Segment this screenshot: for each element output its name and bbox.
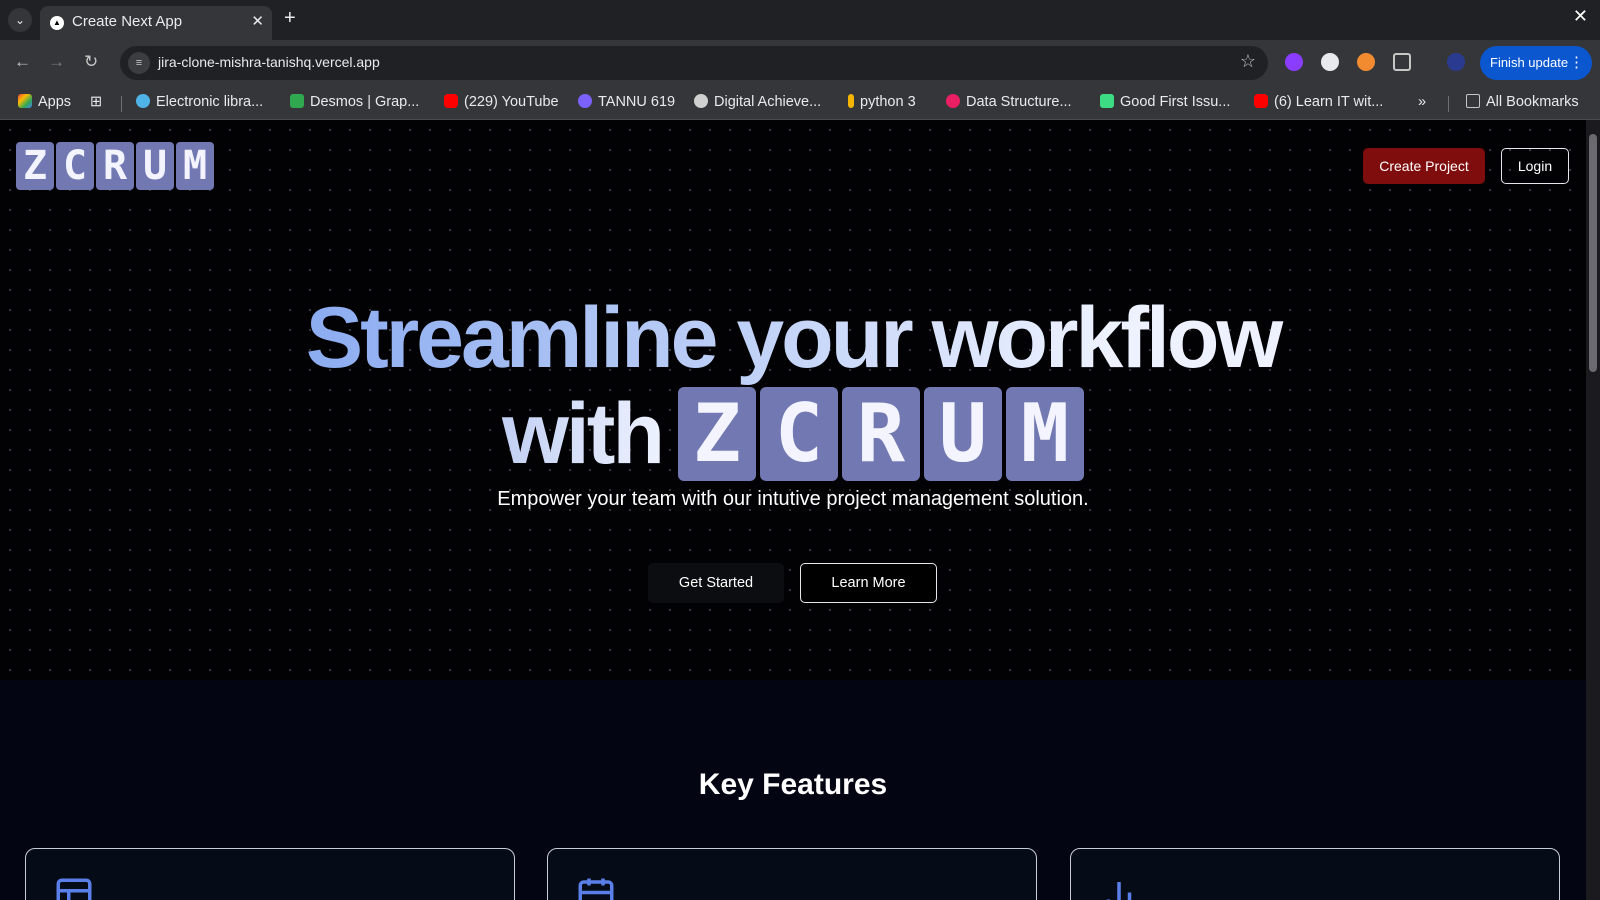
- scrollbar-thumb[interactable]: [1589, 134, 1597, 372]
- hero-zcrum-logo: Z C R U M: [677, 387, 1084, 481]
- bookmark-label: Desmos | Grap...: [310, 94, 420, 110]
- back-icon[interactable]: ←: [14, 52, 31, 72]
- bookmark-label: python 3: [860, 94, 916, 110]
- calendar-icon: [578, 878, 614, 900]
- apps-grid-icon: [18, 94, 32, 108]
- bookmark-favicon-icon: [946, 94, 960, 108]
- bookmark-label: (6) Learn IT wit...: [1274, 94, 1384, 110]
- bookmark-item[interactable]: (229) YouTube: [444, 94, 559, 110]
- extensions-puzzle-icon[interactable]: [1393, 53, 1411, 71]
- bookmark-favicon-icon: [1100, 94, 1114, 108]
- reload-icon[interactable]: ↻: [84, 52, 98, 72]
- hero-title-line1: Streamline your workflow: [0, 288, 1586, 388]
- bookmark-label: Data Structure...: [966, 94, 1072, 110]
- bookmark-apps[interactable]: Apps: [18, 94, 71, 110]
- nextjs-favicon-icon: ▲: [50, 16, 64, 30]
- hero-logo-letter: Z: [677, 387, 756, 481]
- forward-icon[interactable]: →: [48, 52, 65, 72]
- site-info-icon[interactable]: ≡: [128, 52, 150, 74]
- feature-card: [25, 848, 515, 900]
- bookmark-item[interactable]: Digital Achieve...: [694, 94, 821, 110]
- bookmark-label: Good First Issu...: [1120, 94, 1231, 110]
- bookmark-item[interactable]: python 3: [848, 94, 916, 110]
- bookmark-separator: [1448, 96, 1449, 112]
- bookmark-label: TANNU 619: [598, 94, 676, 110]
- hero-logo-letter: C: [759, 387, 838, 481]
- extension-icon[interactable]: [1285, 53, 1303, 71]
- login-button[interactable]: Login: [1501, 148, 1569, 184]
- browser-tab[interactable]: ▲ Create Next App ✕: [40, 6, 272, 40]
- feature-card: [547, 848, 1037, 900]
- logo-letter: Z: [16, 142, 54, 190]
- create-project-button[interactable]: Create Project: [1363, 148, 1485, 184]
- hero-subtitle: Empower your team with our intutive proj…: [497, 488, 1089, 510]
- bookmark-favicon-icon: [290, 94, 304, 108]
- hero-title-line2: with Z C R U M: [0, 384, 1586, 484]
- bookmark-label: Electronic libra...: [156, 94, 264, 110]
- feature-card: [1070, 848, 1560, 900]
- learn-more-button[interactable]: Learn More: [800, 563, 937, 603]
- url-text[interactable]: jira-clone-mishra-tanishq.vercel.app: [158, 54, 380, 70]
- logo-letter: U: [136, 142, 174, 190]
- logo-letter: R: [96, 142, 134, 190]
- tab-groups-icon[interactable]: ⊞: [90, 94, 102, 110]
- finish-update-label: Finish update: [1490, 55, 1569, 70]
- bookmark-item[interactable]: TANNU 619: [578, 94, 675, 110]
- hero-logo-letter: U: [923, 387, 1002, 481]
- features-section: Key Features: [0, 680, 1586, 900]
- logo-letter: C: [56, 142, 94, 190]
- bookmark-favicon-icon: [848, 94, 854, 108]
- bookmark-favicon-icon: [694, 94, 708, 108]
- hero-logo-letter: R: [841, 387, 920, 481]
- bookmark-star-icon[interactable]: ☆: [1240, 51, 1256, 72]
- get-started-button[interactable]: Get Started: [648, 563, 784, 603]
- finish-update-button[interactable]: Finish update ⋮: [1480, 46, 1592, 80]
- bookmark-item[interactable]: Electronic libra...: [136, 94, 263, 110]
- bookmark-item[interactable]: Desmos | Grap...: [290, 94, 419, 110]
- bookmark-favicon-icon: [136, 94, 150, 108]
- bookmark-item[interactable]: Good First Issu...: [1100, 94, 1230, 110]
- zcrum-logo[interactable]: Z C R U M: [16, 142, 214, 190]
- bookmarks-bar: Apps ⊞ Electronic libra... Desmos | Grap…: [0, 86, 1600, 120]
- tab-close-icon[interactable]: ✕: [251, 12, 264, 30]
- all-bookmarks-label: All Bookmarks: [1486, 94, 1579, 110]
- youtube-icon: [1254, 94, 1268, 108]
- bookmark-label: Digital Achieve...: [714, 94, 822, 110]
- youtube-icon: [444, 94, 458, 108]
- features-title: Key Features: [698, 768, 888, 801]
- bookmark-item[interactable]: Data Structure...: [946, 94, 1072, 110]
- page-scrollbar[interactable]: [1586, 120, 1600, 900]
- logo-letter: M: [176, 142, 214, 190]
- page-content: Z C R U M Create Project Login Streamlin…: [0, 120, 1600, 900]
- menu-dots-icon: ⋮: [1569, 54, 1584, 71]
- bookmark-label: (229) YouTube: [464, 94, 559, 110]
- folder-icon: [1466, 94, 1480, 108]
- window-close-icon[interactable]: ✕: [1573, 6, 1588, 27]
- tab-search-button[interactable]: ⌄: [8, 8, 32, 32]
- bookmark-item[interactable]: (6) Learn IT wit...: [1254, 94, 1383, 110]
- profile-avatar[interactable]: [1447, 53, 1465, 71]
- extension-icon[interactable]: [1321, 53, 1339, 71]
- more-bookmarks-icon[interactable]: »: [1418, 94, 1426, 110]
- layout-icon: [56, 878, 92, 900]
- hero-logo-letter: M: [1005, 387, 1084, 481]
- browser-toolbar: ← → ↻ ≡ jira-clone-mishra-tanishq.vercel…: [0, 40, 1600, 86]
- address-bar[interactable]: ≡ jira-clone-mishra-tanishq.vercel.app ☆: [120, 46, 1268, 80]
- browser-tab-strip: ⌄ ▲ Create Next App ✕ + ✕: [0, 0, 1600, 40]
- new-tab-button[interactable]: +: [284, 7, 296, 30]
- bookmark-favicon-icon: [578, 94, 592, 108]
- bookmark-label: Apps: [38, 94, 72, 110]
- tab-title: Create Next App: [72, 13, 183, 30]
- all-bookmarks[interactable]: All Bookmarks: [1466, 94, 1579, 110]
- hero-with-text: with: [502, 386, 665, 482]
- bookmark-separator: [121, 96, 122, 112]
- bar-chart-icon: [1106, 882, 1132, 900]
- extension-icon[interactable]: [1357, 53, 1375, 71]
